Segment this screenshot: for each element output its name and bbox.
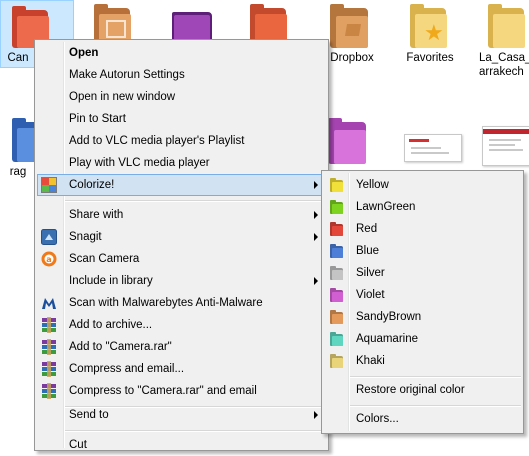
menu-item-pin-to-start[interactable]: Pin to Start [37, 108, 326, 130]
menu-item-share-with[interactable]: Share with [37, 204, 326, 226]
color-item-aquamarine[interactable]: Aquamarine [324, 328, 521, 350]
color-item-sandybrown[interactable]: SandyBrown [324, 306, 521, 328]
menu-item-snagit[interactable]: Snagit [37, 226, 326, 248]
menu-item-label: Add to "Camera.rar" [69, 341, 172, 353]
menu-item-label: Compress to "Camera.rar" and email [69, 385, 257, 397]
menu-item-label: Share with [69, 209, 124, 221]
khaki-folder-swatch-icon [330, 354, 343, 368]
menu-item-label: Blue [356, 245, 380, 257]
menu-item-label: LawnGreen [356, 201, 416, 213]
star-icon: ★ [424, 20, 444, 45]
menu-item-label: Play with VLC media player [69, 157, 210, 169]
menu-item-colorize[interactable]: Colorize! [37, 174, 326, 196]
menu-item-label: Snagit [69, 231, 102, 243]
aquamarine-folder-swatch-icon [330, 332, 343, 346]
item-label-line2: arrakech [479, 66, 524, 78]
menu-item-label: Send to [69, 409, 109, 421]
menu-item-restore-original-color[interactable]: Restore original color [324, 379, 521, 401]
item-label: Favorites [406, 52, 454, 64]
menu-item-label: Make Autorun Settings [69, 69, 185, 81]
avast-icon: a [41, 251, 57, 267]
svg-text:a: a [46, 255, 51, 264]
color-item-yellow[interactable]: Yellow [324, 174, 521, 196]
menu-item-label: Colorize! [69, 179, 115, 191]
menu-item-label: Add to archive... [69, 319, 153, 331]
colorize-submenu: Yellow LawnGreen Red Blue Silver Violet [321, 170, 524, 434]
snagit-icon [41, 229, 57, 245]
menu-item-label: Open in new window [69, 91, 176, 103]
menu-item-add-to-camera-rar[interactable]: Add to "Camera.rar" [37, 336, 326, 358]
menu-item-label: Khaki [356, 355, 385, 367]
menu-item-label: Silver [356, 267, 385, 279]
submenu-arrow-icon [314, 411, 318, 419]
menu-item-open-new-window[interactable]: Open in new window [37, 86, 326, 108]
menu-item-scan-camera[interactable]: a Scan Camera [37, 248, 326, 270]
menu-separator [350, 376, 521, 378]
submenu-arrow-icon [314, 181, 318, 189]
menu-separator [350, 405, 521, 407]
sandybrown-folder-swatch-icon [330, 310, 343, 324]
yellow-folder-swatch-icon [330, 178, 343, 192]
menu-item-add-to-archive[interactable]: Add to archive... [37, 314, 326, 336]
menu-item-label: Open [69, 47, 99, 59]
menu-item-label: Yellow [356, 179, 389, 191]
blue-folder-swatch-icon [330, 244, 343, 258]
color-item-red[interactable]: Red [324, 218, 521, 240]
winrar-icon [41, 361, 57, 377]
malwarebytes-icon [41, 295, 57, 311]
color-item-khaki[interactable]: Khaki [324, 350, 521, 372]
color-item-lawngreen[interactable]: LawnGreen [324, 196, 521, 218]
context-menu: Open Make Autorun Settings Open in new w… [34, 39, 329, 451]
menu-item-compress-to-camera-rar-and-email[interactable]: Compress to "Camera.rar" and email [37, 380, 326, 402]
menu-item-play-with-vlc[interactable]: Play with VLC media player [37, 152, 326, 174]
menu-item-label: SandyBrown [356, 311, 422, 323]
webpage-thumbnail-icon [482, 126, 529, 166]
menu-item-label: Restore original color [356, 384, 465, 396]
menu-separator [65, 200, 326, 202]
menu-item-cut[interactable]: Cut [37, 434, 326, 456]
winrar-icon [41, 339, 57, 355]
colorize-icon [41, 177, 57, 193]
submenu-arrow-icon [314, 211, 318, 219]
menu-item-send-to[interactable]: Send to [37, 404, 326, 426]
menu-item-open[interactable]: Open [37, 42, 326, 64]
winrar-icon [41, 317, 57, 333]
item-label: La_Casa_l [479, 52, 529, 64]
menu-separator [65, 430, 326, 432]
menu-item-scan-malwarebytes[interactable]: Scan with Malwarebytes Anti-Malware [37, 292, 326, 314]
document-thumbnail-icon [404, 134, 462, 162]
color-item-silver[interactable]: Silver [324, 262, 521, 284]
menu-item-label: Add to VLC media player's Playlist [69, 135, 245, 147]
submenu-arrow-icon [314, 233, 318, 241]
menu-item-label: Colors... [356, 413, 399, 425]
menu-item-make-autorun-settings[interactable]: Make Autorun Settings [37, 64, 326, 86]
menu-item-label: Include in library [69, 275, 153, 287]
menu-item-label: Compress and email... [69, 363, 185, 375]
menu-item-label: Red [356, 223, 378, 235]
silver-folder-swatch-icon [330, 266, 343, 280]
violet-folder-swatch-icon [330, 288, 343, 302]
lawngreen-folder-swatch-icon [330, 200, 343, 214]
menu-item-label: Scan with Malwarebytes Anti-Malware [69, 297, 263, 309]
menu-item-label: Violet [356, 289, 385, 301]
menu-item-compress-and-email[interactable]: Compress and email... [37, 358, 326, 380]
menu-item-label: Cut [69, 439, 87, 451]
menu-item-add-to-vlc-playlist[interactable]: Add to VLC media player's Playlist [37, 130, 326, 152]
menu-item-include-in-library[interactable]: Include in library [37, 270, 326, 292]
menu-item-label: Scan Camera [69, 253, 140, 265]
color-item-violet[interactable]: Violet [324, 284, 521, 306]
menu-item-colors[interactable]: Colors... [324, 408, 521, 430]
menu-item-label: Aquamarine [356, 333, 419, 345]
menu-item-label: Pin to Start [69, 113, 126, 125]
winrar-icon [41, 383, 57, 399]
color-item-blue[interactable]: Blue [324, 240, 521, 262]
submenu-arrow-icon [314, 277, 318, 285]
red-folder-swatch-icon [330, 222, 343, 236]
